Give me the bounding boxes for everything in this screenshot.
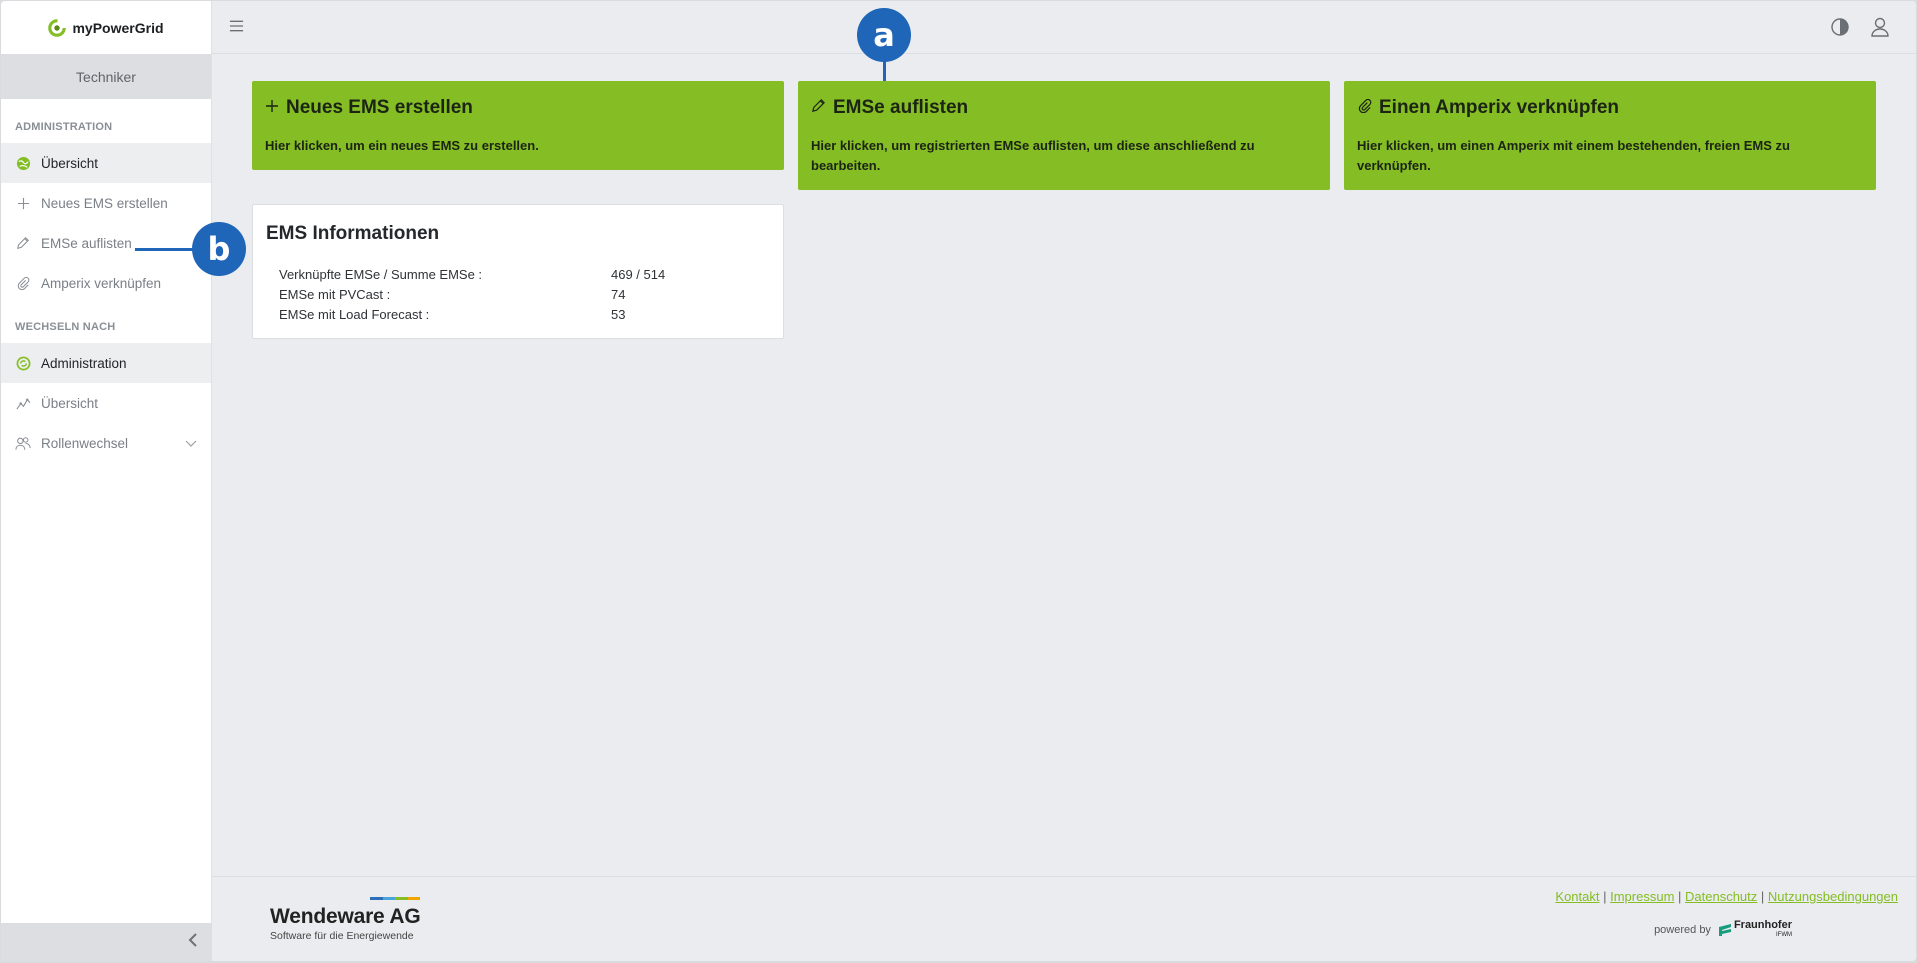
sidebar-item-rollenwechsel[interactable]: Rollenwechsel: [1, 423, 211, 463]
callout-b-line: [135, 248, 195, 251]
powered-by-label: powered by: [1654, 924, 1711, 936]
footer-links: Kontakt | Impressum | Datenschutz | Nutz…: [1555, 889, 1898, 904]
link-nutzungsbedingungen[interactable]: Nutzungsbedingungen: [1768, 889, 1898, 904]
admin-icon: [15, 355, 31, 371]
footer: Wendeware AG Software für die Energiewen…: [212, 876, 1916, 961]
hamburger-menu-icon[interactable]: [229, 19, 244, 38]
info-row-value: 53: [611, 307, 626, 322]
sidebar-item-uebersicht-2[interactable]: Übersicht: [1, 383, 211, 423]
card-title: Einen Amperix verknüpfen: [1357, 97, 1619, 119]
sidebar-item-label: Rollenwechsel: [41, 435, 129, 451]
sidebar-item-label: Übersicht: [41, 395, 99, 411]
callout-a-line: [883, 59, 886, 81]
link-impressum[interactable]: Impressum: [1610, 889, 1674, 904]
card-title-text: Einen Amperix verknüpfen: [1379, 97, 1620, 118]
chevron-down-icon[interactable]: [185, 436, 197, 451]
section-title-wechseln: WECHSELN NACH: [15, 321, 116, 333]
wendeware-logo: Wendeware AG Software für die Energiewen…: [270, 897, 421, 942]
partner-sub: IFWM: [1776, 932, 1792, 938]
sidebar-item-administration[interactable]: Administration: [1, 343, 211, 383]
info-row-label: EMSe mit Load Forecast :: [279, 307, 430, 322]
sidebar-item-uebersicht[interactable]: Übersicht: [1, 143, 211, 183]
users-icon: [15, 435, 31, 451]
card-description: Hier klicken, um ein neues EMS zu erstel…: [265, 138, 539, 153]
user-profile-icon[interactable]: [1871, 17, 1889, 42]
paperclip-icon: [1357, 97, 1372, 119]
pencil-icon: [15, 235, 31, 251]
card-title: EMSe auflisten: [811, 97, 968, 119]
chart-icon: [15, 395, 31, 411]
sidebar-item-label: Amperix verknüpfen: [41, 275, 162, 291]
plus-icon: [15, 195, 31, 211]
brand-name: myPowerGrid: [72, 19, 164, 36]
top-header: [212, 1, 1916, 54]
partner-name: Fraunhofer: [1733, 919, 1792, 931]
sidebar-item-amperix[interactable]: Amperix verknüpfen: [1, 263, 211, 303]
card-title-text: Neues EMS erstellen: [286, 97, 473, 118]
card-description: Hier klicken, um registrierten EMSe aufl…: [811, 138, 1255, 173]
info-title: EMS Informationen: [266, 223, 440, 244]
link-kontakt[interactable]: Kontakt: [1555, 889, 1599, 904]
card-neues-ems[interactable]: Neues EMS erstellen Hier klicken, um ein…: [252, 81, 784, 170]
info-row-label: Verknüpfte EMSe / Summe EMSe :: [279, 267, 483, 282]
card-description: Hier klicken, um einen Amperix mit einem…: [1357, 138, 1790, 173]
sidebar-item-label: Neues EMS erstellen: [41, 195, 168, 211]
sidebar-item-emse-auflisten[interactable]: EMSe auflisten: [1, 223, 211, 263]
plus-icon: [265, 97, 279, 119]
info-row-value: 469 / 514: [611, 267, 666, 282]
callout-b: b: [192, 222, 246, 276]
globe-icon: [15, 155, 31, 171]
callout-a: a: [857, 8, 911, 62]
theme-toggle-icon[interactable]: [1830, 17, 1850, 42]
sidebar-item-neues-ems[interactable]: Neues EMS erstellen: [1, 183, 211, 223]
sidebar-collapse-button[interactable]: [1, 923, 212, 961]
role-label: Techniker: [1, 54, 211, 99]
pencil-icon: [811, 97, 826, 119]
powered-by: powered by Fraunhofer IFWM: [1654, 920, 1792, 940]
logo-color-bar: [370, 897, 420, 900]
link-datenschutz[interactable]: Datenschutz: [1685, 889, 1757, 904]
info-row-label: EMSe mit PVCast :: [279, 287, 391, 302]
section-title-administration: ADMINISTRATION: [15, 121, 113, 133]
chevron-left-icon: [188, 932, 198, 952]
paperclip-icon: [15, 275, 31, 291]
company-tagline: Software für die Energiewende: [270, 930, 414, 942]
brand[interactable]: myPowerGrid: [1, 1, 211, 54]
sidebar-item-label: EMSe auflisten: [41, 235, 132, 251]
sidebar: myPowerGrid Techniker ADMINISTRATION Übe…: [1, 1, 212, 961]
company-name: Wendeware AG: [270, 905, 421, 928]
sidebar-item-label: Administration: [41, 355, 127, 371]
info-row-value: 74: [611, 287, 626, 302]
fraunhofer-icon: [1718, 924, 1731, 936]
fraunhofer-logo: Fraunhofer IFWM: [1718, 919, 1792, 940]
card-amperix-verknuepfen[interactable]: Einen Amperix verknüpfen Hier klicken, u…: [1344, 81, 1876, 190]
card-title: Neues EMS erstellen: [265, 97, 473, 119]
ems-info-panel: EMS Informationen Verknüpfte EMSe / Summ…: [252, 204, 784, 339]
sidebar-item-label: Übersicht: [41, 155, 99, 171]
card-title-text: EMSe auflisten: [833, 97, 969, 118]
mypowergrid-logo-icon: [48, 18, 67, 37]
app-frame: myPowerGrid Techniker ADMINISTRATION Übe…: [1, 1, 1916, 961]
card-emse-auflisten[interactable]: EMSe auflisten Hier klicken, um registri…: [798, 81, 1330, 190]
